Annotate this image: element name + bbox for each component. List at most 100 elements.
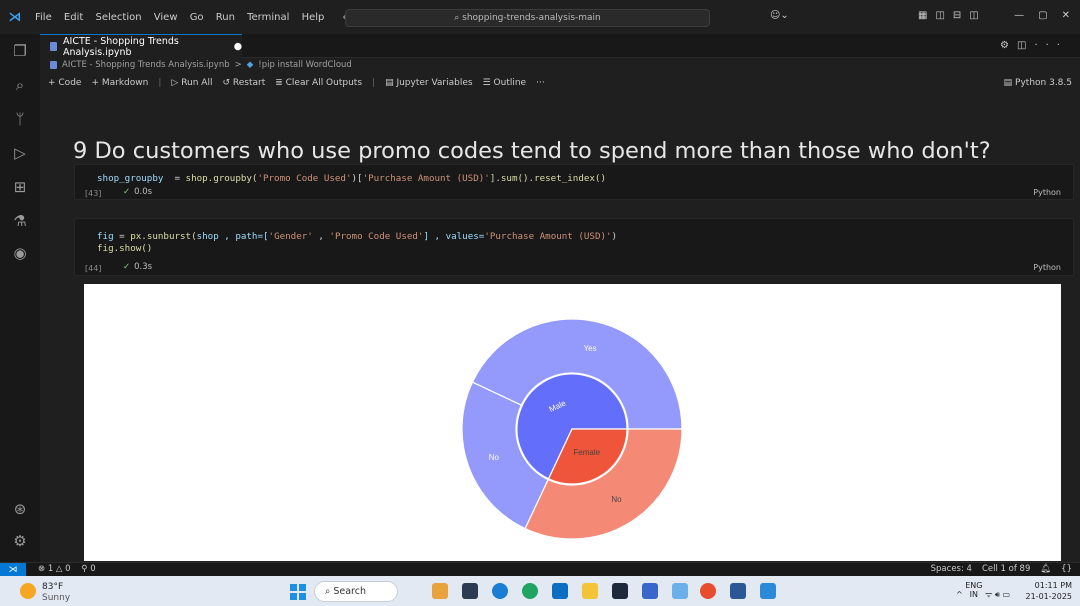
- sunburst-segments: MaleFemaleYesNoNo: [461, 318, 683, 540]
- code-line[interactable]: fig = px.sunburst(shop , path=['Gender' …: [97, 231, 617, 242]
- accounts-icon[interactable]: ⊛: [0, 500, 40, 518]
- breadcrumb-separator: >: [234, 60, 242, 70]
- jupyter-variables-button[interactable]: ▤ Jupyter Variables: [385, 78, 473, 88]
- toggle-secondary-sidebar-icon[interactable]: ◫: [969, 10, 978, 21]
- restore-icon[interactable]: ▢: [1038, 10, 1047, 21]
- vscode-app-icon[interactable]: [760, 583, 776, 599]
- code-token: shop , path=[: [196, 231, 269, 242]
- command-center-search[interactable]: ⌕ shopping-trends-analysis-main: [345, 9, 710, 27]
- cell-language[interactable]: Python: [1033, 188, 1061, 197]
- source-control-icon[interactable]: ᛘ: [0, 110, 40, 128]
- status-bar: ⋊ ⊗ 1 △ 0 ⚲ 0 Spaces: 4 Cell 1 of 89 🔔︎ …: [0, 562, 1080, 577]
- copilot-chat-icon[interactable]: ◉: [0, 244, 40, 262]
- settings-gear-icon[interactable]: ⚙: [0, 532, 40, 550]
- problems-indicator[interactable]: ⊗ 1 △ 0: [38, 564, 71, 574]
- edge-browser-icon[interactable]: [522, 583, 538, 599]
- search-sidebar-icon[interactable]: ⌕: [0, 76, 40, 94]
- code-cell-43[interactable]: shop_groupby = shop.groupby('Promo Code …: [74, 164, 1074, 200]
- menu-file[interactable]: File: [35, 12, 52, 23]
- code-token: 'Purchase Amount (USD)': [362, 173, 490, 184]
- widgets-app-icon[interactable]: [432, 583, 448, 599]
- cell-output: Male Female Yes No No: [84, 284, 1061, 561]
- clear-outputs-button[interactable]: ≣ Clear All Outputs: [275, 78, 362, 88]
- terminal-app-icon[interactable]: [612, 583, 628, 599]
- run-debug-icon[interactable]: ▷: [0, 144, 40, 162]
- code-cell-44[interactable]: fig = px.sunburst(shop , path=['Gender' …: [74, 218, 1074, 276]
- ports-indicator[interactable]: ⚲ 0: [81, 564, 95, 574]
- notebook-toolbar: + Code + Markdown | ▷ Run All ↺ Restart …: [40, 73, 1080, 93]
- file-explorer-icon[interactable]: [582, 583, 598, 599]
- indentation-indicator[interactable]: Spaces: 4: [931, 564, 972, 574]
- editor-actions: ⚙◫···: [1000, 40, 1068, 51]
- code-token: shop.groupby(: [185, 173, 258, 184]
- toggle-panel-icon[interactable]: ⊟: [953, 10, 961, 21]
- copilot-app-icon[interactable]: [492, 583, 508, 599]
- menu-go[interactable]: Go: [190, 12, 204, 23]
- editor-tab-bar: AICTE - Shopping Trends Analysis.ipynb ●…: [40, 34, 1080, 58]
- code-line[interactable]: shop_groupby = shop.groupby('Promo Code …: [97, 173, 606, 184]
- outline-label: Outline: [493, 78, 527, 88]
- split-editor-icon[interactable]: ◫: [1017, 40, 1034, 51]
- volume-icon[interactable]: 🔊︎: [995, 590, 1000, 599]
- kernel-picker[interactable]: ▤ Python 3.8.5: [1004, 78, 1072, 88]
- menu-run[interactable]: Run: [216, 12, 235, 23]
- add-code-cell-button[interactable]: + Code: [48, 78, 81, 88]
- tray-chevron-icon[interactable]: ^: [956, 590, 965, 599]
- braces-icon[interactable]: {}: [1061, 564, 1072, 574]
- cell-indicator[interactable]: Cell 1 of 89: [982, 564, 1030, 574]
- code-line[interactable]: fig.show(): [97, 243, 152, 254]
- customize-layout-icon[interactable]: ▦: [918, 10, 927, 21]
- vscode-logo-icon: ⋊: [8, 9, 22, 25]
- code-token: ].sum().reset_index(): [489, 173, 606, 184]
- minimize-icon[interactable]: —: [1014, 10, 1024, 21]
- add-markdown-cell-button[interactable]: + Markdown: [91, 78, 148, 88]
- menu-view[interactable]: View: [154, 12, 178, 23]
- gear-icon[interactable]: ⚙: [1000, 40, 1017, 51]
- notepad-app-icon[interactable]: [642, 583, 658, 599]
- menu-selection[interactable]: Selection: [95, 12, 141, 23]
- notifications-bell-icon[interactable]: 🔔︎: [1040, 564, 1051, 574]
- code-token: px.sunburst(: [130, 231, 197, 242]
- search-text: shopping-trends-analysis-main: [462, 13, 601, 23]
- menu-terminal[interactable]: Terminal: [247, 12, 289, 23]
- clock-time: 01:11 PM: [1034, 581, 1072, 590]
- code-token: 'Promo Code Used': [257, 173, 352, 184]
- clear-outputs-label: Clear All Outputs: [285, 78, 363, 88]
- task-view-icon[interactable]: [462, 583, 478, 599]
- battery-icon[interactable]: ▭: [1002, 590, 1010, 599]
- language-indicator[interactable]: ENG IN: [965, 581, 982, 599]
- store-icon[interactable]: [552, 583, 568, 599]
- testing-icon[interactable]: ⚗: [0, 212, 40, 230]
- outline-button[interactable]: ☰ Outline: [483, 78, 527, 88]
- extensions-icon[interactable]: ⊞: [0, 178, 40, 196]
- execution-count: [44]: [85, 264, 102, 273]
- breadcrumb-file[interactable]: AICTE - Shopping Trends Analysis.ipynb: [62, 60, 230, 70]
- close-icon[interactable]: ✕: [1062, 10, 1070, 21]
- restart-button[interactable]: ↺ Restart: [222, 78, 265, 88]
- sun-icon: [20, 583, 36, 599]
- toggle-sidebar-icon[interactable]: ◫: [935, 10, 944, 21]
- cell-language[interactable]: Python: [1033, 263, 1061, 272]
- tab-notebook[interactable]: AICTE - Shopping Trends Analysis.ipynb ●: [40, 34, 242, 58]
- taskbar-search[interactable]: ⌕ Search: [314, 581, 398, 602]
- unsaved-dot-icon[interactable]: ●: [234, 41, 242, 52]
- copilot-icon[interactable]: ☺⌄: [770, 10, 789, 21]
- windows-start-icon[interactable]: [290, 584, 306, 600]
- menu-help[interactable]: Help: [302, 12, 325, 23]
- word-app-icon[interactable]: [730, 583, 746, 599]
- wifi-icon[interactable]: ᯤ: [985, 590, 992, 599]
- code-token: 'Promo Code Used': [329, 231, 424, 242]
- run-all-button[interactable]: ▷ Run All: [171, 78, 212, 88]
- explorer-icon[interactable]: ❐: [0, 42, 40, 60]
- remote-icon[interactable]: ⋊: [0, 563, 26, 577]
- snipping-tool-icon[interactable]: [672, 583, 688, 599]
- cell-duration: 0.3s: [134, 262, 153, 272]
- more-actions-icon[interactable]: ···: [1034, 40, 1068, 51]
- breadcrumb-cell[interactable]: !pip install WordCloud: [258, 60, 352, 70]
- toolbar-more-button[interactable]: ···: [536, 78, 545, 88]
- status-left: ⊗ 1 △ 0 ⚲ 0: [38, 564, 96, 574]
- activity-bar: ❐ ⌕ ᛘ ▷ ⊞ ⚗ ◉ ⊛ ⚙: [0, 34, 40, 562]
- chrome-browser-icon[interactable]: [700, 583, 716, 599]
- restart-icon: ↺: [222, 78, 233, 88]
- menu-edit[interactable]: Edit: [64, 12, 83, 23]
